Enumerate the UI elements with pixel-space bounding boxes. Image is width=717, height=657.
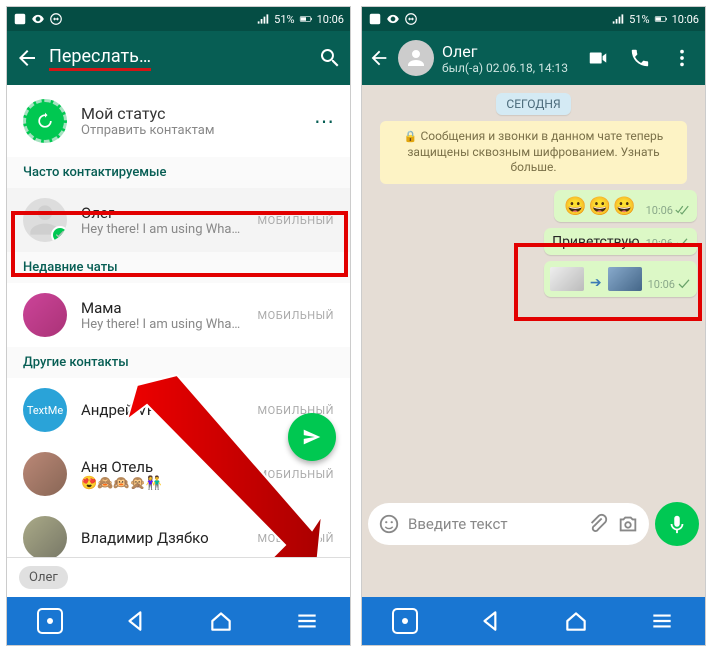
contact-name: Олег [81, 204, 244, 222]
attach-icon[interactable] [587, 513, 609, 535]
status-bar: 51% 10:06 [7, 7, 350, 31]
input-placeholder: Введите текст [408, 515, 579, 533]
chat-area: СЕГОДНЯ 🔒 Сообщения и звонки в данном ча… [362, 85, 705, 597]
teamviewer-icon [404, 12, 418, 26]
teamviewer-nav-icon[interactable] [37, 608, 63, 634]
contact-name: Владимир Дзябко [81, 529, 244, 547]
avatar [23, 516, 67, 557]
video-call-icon[interactable] [587, 47, 609, 69]
status-title: Мой статус [81, 104, 214, 123]
back-arrow-icon[interactable] [15, 46, 39, 70]
android-nav-bar [7, 597, 350, 645]
forward-list: Мой статус Отправить контактам ⋯ Часто к… [7, 85, 350, 557]
search-icon[interactable] [318, 46, 342, 70]
teamviewer-icon [49, 12, 63, 26]
msg-time: 10:06 [646, 204, 673, 217]
app-bar: Переслать… [7, 31, 350, 85]
image-thumb-icon [550, 267, 584, 291]
send-fab[interactable] [288, 413, 336, 461]
section-other: Другие контакты [7, 347, 350, 378]
chat-app-bar: Олег был(-а) 02.06.18, 14:13 [362, 31, 705, 85]
recent-nav-icon[interactable] [649, 608, 675, 634]
avatar: TextMe [23, 388, 67, 432]
status-subtitle: Отправить контактам [81, 123, 214, 138]
signal-icon [611, 12, 625, 26]
chat-avatar[interactable] [398, 40, 434, 76]
contact-type: МОБИЛЬНЫЙ [258, 532, 334, 545]
battery-text: 51% [274, 13, 294, 26]
avatar [23, 293, 67, 337]
recent-nav-icon[interactable] [294, 608, 320, 634]
contact-row-mama[interactable]: Мама Hey there! I am using WhatsApp. МОБ… [7, 283, 350, 347]
home-nav-icon[interactable] [208, 608, 234, 634]
single-tick-icon [677, 279, 691, 289]
msg-time: 10:06 [646, 237, 673, 250]
message-out-image[interactable]: ➔ 10:06 [544, 261, 697, 297]
chat-last-seen: был(-а) 02.06.18, 14:13 [442, 61, 573, 75]
message-text: Приветствую [552, 234, 640, 250]
battery-icon [654, 12, 668, 26]
my-status-row[interactable]: Мой статус Отправить контактам ⋯ [7, 85, 350, 157]
contact-type: МОБИЛЬНЫЙ [258, 214, 334, 227]
battery-text: 51% [629, 13, 649, 26]
chat-title-col[interactable]: Олег был(-а) 02.06.18, 14:13 [442, 42, 573, 75]
phone-chat-screen: 51% 10:06 Олег был(-а) 02.06.18, 14:13 С… [361, 6, 706, 646]
contact-type: МОБИЛЬНЫЙ [258, 309, 334, 322]
back-arrow-icon[interactable] [368, 47, 390, 69]
clock-text: 10:06 [672, 13, 699, 26]
section-frequent: Часто контактируемые [7, 157, 350, 188]
teamviewer-nav-icon[interactable] [392, 608, 418, 634]
contact-name: Андрей VPSEOS [81, 401, 244, 419]
home-nav-icon[interactable] [563, 608, 589, 634]
contact-name: Аня Отель [81, 458, 244, 476]
message-out[interactable]: 😀😀😀 10:06 [554, 190, 697, 222]
app-icon [13, 12, 27, 26]
message-input[interactable]: Введите текст [368, 503, 649, 545]
screen-title: Переслать… [49, 46, 308, 71]
contact-type: МОБИЛЬНЫЙ [258, 468, 334, 481]
emoji-icon[interactable] [378, 513, 400, 535]
status-avatar [23, 99, 67, 143]
back-nav-icon[interactable] [123, 608, 149, 634]
contact-name: Мама [81, 299, 244, 317]
date-pill: СЕГОДНЯ [496, 93, 570, 115]
contact-sub: 😍🙈🙉🙊👫 [81, 476, 244, 491]
check-icon [51, 226, 67, 242]
phone-forward-screen: 51% 10:06 Переслать… Мой статус Отправит… [6, 6, 351, 646]
encryption-notice[interactable]: 🔒 Сообщения и звонки в данном чате тепер… [380, 121, 687, 184]
avatar [23, 452, 67, 496]
chat-contact-name: Олег [442, 42, 573, 61]
single-tick-icon [675, 238, 689, 248]
image-thumb-icon [608, 267, 642, 291]
eye-icon [386, 12, 400, 26]
mic-button[interactable] [655, 502, 699, 546]
status-bar: 51% 10:06 [362, 7, 705, 31]
more-horiz-icon[interactable]: ⋯ [314, 109, 334, 133]
contact-sub: Hey there! I am using WhatsApp. [81, 317, 244, 332]
clock-text: 10:06 [317, 13, 344, 26]
back-nav-icon[interactable] [478, 608, 504, 634]
eye-icon [31, 12, 45, 26]
lock-icon: 🔒 [404, 130, 418, 143]
selected-chip[interactable]: Олег [19, 566, 68, 589]
msg-time: 10:06 [648, 278, 675, 291]
voice-call-icon[interactable] [629, 47, 651, 69]
battery-icon [299, 12, 313, 26]
section-recent: Недавние чаты [7, 252, 350, 283]
message-text: 😀😀😀 [562, 196, 639, 217]
android-nav-bar [362, 597, 705, 645]
double-tick-icon [675, 205, 689, 215]
contact-row-vlad[interactable]: Владимир Дзябко МОБИЛЬНЫЙ [7, 506, 350, 557]
camera-icon[interactable] [617, 513, 639, 535]
selection-bar: Олег [7, 557, 350, 597]
forward-arrow-icon: ➔ [590, 275, 602, 291]
app-icon [368, 12, 382, 26]
signal-icon [256, 12, 270, 26]
more-vert-icon[interactable] [671, 47, 693, 69]
contact-sub: Hey there! I am using WhatsApp. [81, 222, 244, 237]
chat-input-bar: Введите текст [362, 499, 705, 549]
contact-row-oleg[interactable]: Олег Hey there! I am using WhatsApp. МОБ… [7, 188, 350, 252]
message-out[interactable]: Приветствую 10:06 [544, 228, 697, 255]
avatar [23, 198, 67, 242]
